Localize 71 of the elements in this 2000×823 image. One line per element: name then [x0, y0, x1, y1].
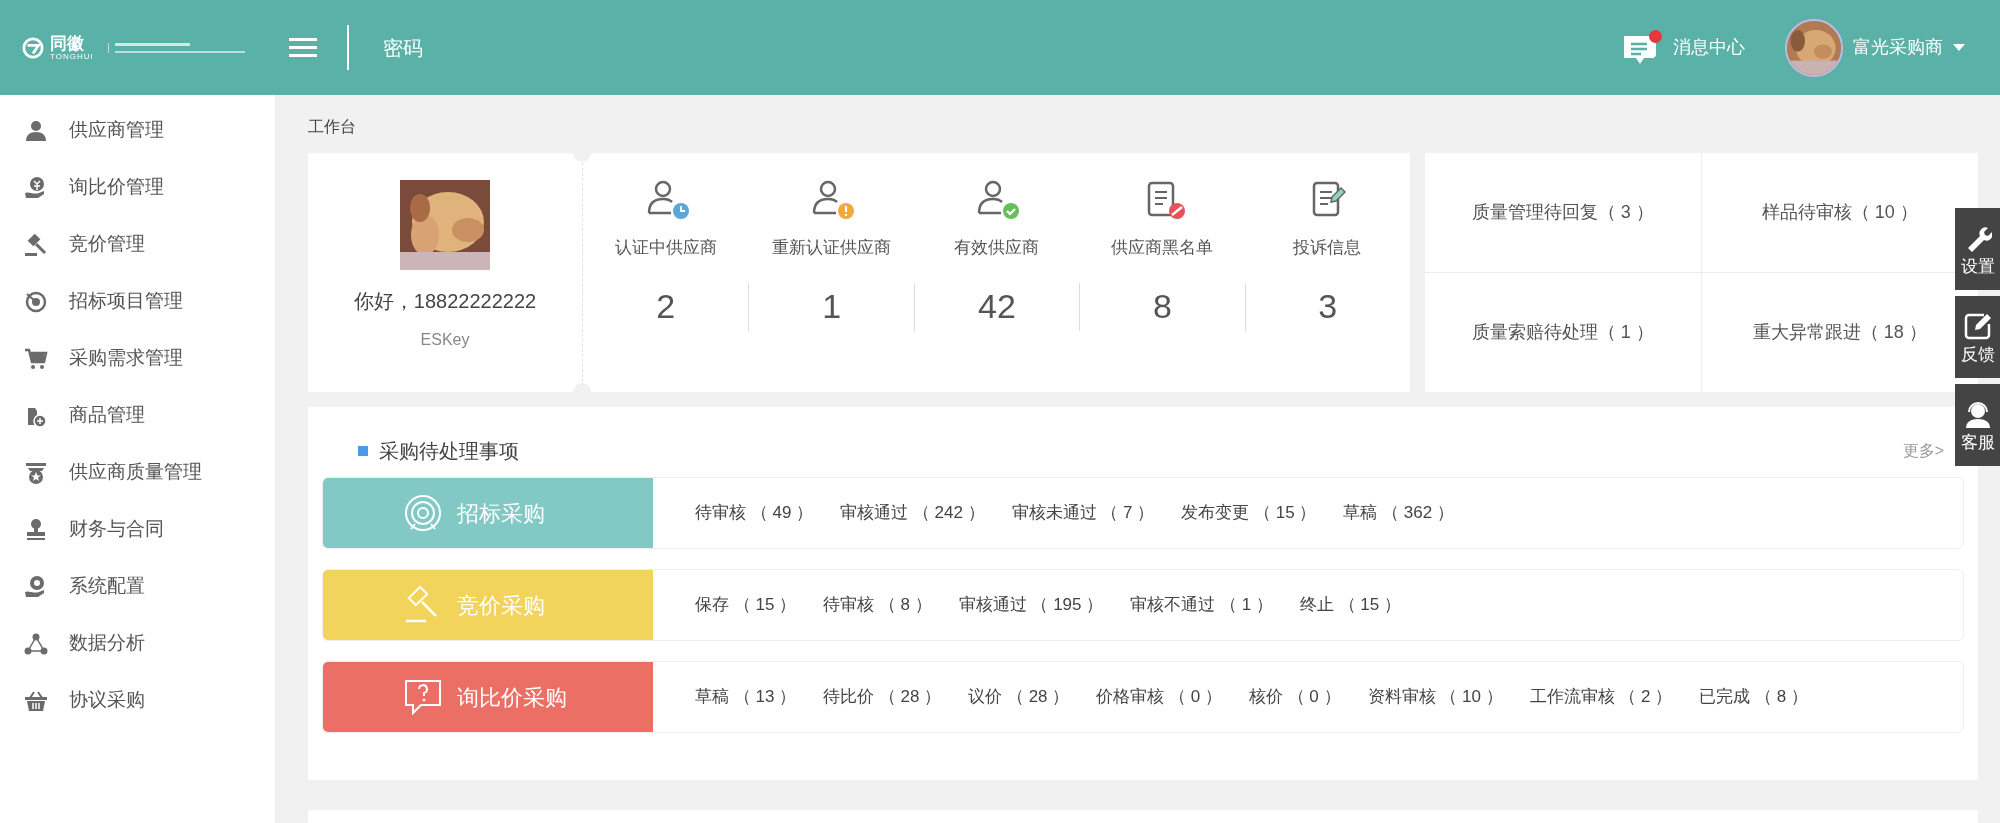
- stat-value: 8: [1152, 286, 1172, 327]
- status-link[interactable]: 保存 （ 15 ）: [695, 592, 797, 618]
- side-tool-button[interactable]: 反馈: [1955, 296, 2000, 378]
- stat-value: 42: [978, 286, 1016, 327]
- question-bubble-icon: [403, 677, 443, 717]
- logo-icon: [22, 36, 44, 59]
- side-tool-button[interactable]: 设置: [1955, 208, 2000, 290]
- target-icon: [24, 289, 48, 314]
- logo-name: 同徽: [50, 34, 84, 52]
- status-link[interactable]: 价格审核 （ 0 ）: [1096, 684, 1222, 710]
- status-link[interactable]: 审核不通过 （ 1 ）: [1130, 592, 1273, 618]
- sidebar-item[interactable]: 数据分析: [0, 615, 275, 672]
- status-link[interactable]: 待比价 （ 28 ）: [823, 684, 942, 710]
- sidebar-item[interactable]: 系统配置: [0, 558, 275, 615]
- category-label: 招标采购: [323, 478, 653, 548]
- gavel-icon: [24, 232, 48, 257]
- status-link[interactable]: 审核未通过 （ 7 ）: [1011, 500, 1155, 526]
- status-link[interactable]: 草稿 （ 362 ）: [1343, 500, 1454, 526]
- stat-label: 供应商黑名单: [1110, 237, 1213, 259]
- caret-icon: [1953, 44, 1965, 51]
- sidebar-item[interactable]: 采购需求管理: [0, 330, 275, 387]
- section-title: 采购待处理事项: [379, 439, 519, 464]
- status-link[interactable]: 核价 （ 0 ）: [1248, 684, 1341, 710]
- quick-link[interactable]: 质量管理待回复（ 3 ）: [1471, 198, 1654, 226]
- stat-label: 有效供应商: [954, 237, 1039, 259]
- sidebar-item[interactable]: 协议采购: [0, 672, 275, 729]
- quick-link[interactable]: 质量索赔待处理（ 1 ）: [1471, 318, 1654, 346]
- side-tool-button[interactable]: 客服: [1955, 384, 2000, 466]
- stat-value: 1: [822, 286, 842, 327]
- stat-value: 2: [656, 286, 676, 327]
- sidebar-item[interactable]: 财务与合同: [0, 501, 275, 558]
- square-icon: [358, 446, 368, 456]
- category-label: 竞价采购: [323, 570, 653, 640]
- sidebar-item[interactable]: 询比价管理: [0, 159, 275, 216]
- quick-link[interactable]: 样品待审核（ 10 ）: [1761, 198, 1918, 226]
- sidebar-item[interactable]: 供应商管理: [0, 102, 275, 159]
- status-link[interactable]: 终止 （ 15 ）: [1299, 592, 1401, 618]
- stat-label: 投诉信息: [1293, 237, 1362, 259]
- status-link[interactable]: 审核通过 （ 242 ）: [840, 500, 985, 526]
- target-icon: [403, 493, 443, 533]
- status-link[interactable]: 议价 （ 28 ）: [968, 684, 1070, 710]
- stamp-icon: [24, 517, 48, 542]
- status-link[interactable]: 待审核 （ 49 ）: [695, 500, 814, 526]
- greeting-text: 你好，18822222222: [353, 289, 537, 314]
- page-title: 密码: [383, 35, 423, 61]
- organization-name: ESKey: [420, 330, 470, 350]
- sidebar-item[interactable]: 招标项目管理: [0, 273, 275, 330]
- breadcrumb: 工作台: [308, 117, 357, 137]
- stat-value: 3: [1318, 286, 1338, 327]
- status-link[interactable]: 发布变更 （ 15 ）: [1181, 500, 1317, 526]
- stat-label: 认证中供应商: [614, 237, 717, 259]
- cart-icon: [24, 346, 48, 371]
- status-link[interactable]: 资料审核 （ 10 ）: [1367, 684, 1503, 710]
- status-link[interactable]: 审核通过 （ 195 ）: [958, 592, 1104, 618]
- medal-icon: [24, 460, 48, 485]
- status-link[interactable]: 待审核 （ 8 ）: [823, 592, 932, 618]
- status-link[interactable]: 工作流审核 （ 2 ）: [1529, 684, 1673, 710]
- quick-link[interactable]: 重大异常跟进（ 18 ）: [1752, 318, 1927, 346]
- category-label: 询比价采购: [323, 662, 653, 732]
- headset-icon: [1963, 399, 1992, 428]
- sidebar-item[interactable]: 供应商质量管理: [0, 444, 275, 501]
- edit-icon: [1963, 311, 1992, 340]
- stat-label: 重新认证供应商: [771, 237, 891, 259]
- person-icon: [24, 118, 48, 143]
- sidebar-item[interactable]: 商品管理: [0, 387, 275, 444]
- logo-subtitle: TONGHUI: [50, 52, 94, 61]
- sidebar-item[interactable]: 竞价管理: [0, 216, 275, 273]
- menu-icon[interactable]: [289, 37, 317, 58]
- status-link[interactable]: 草稿 （ 13 ）: [695, 684, 797, 710]
- status-link[interactable]: 已完成 （ 8 ）: [1699, 684, 1808, 710]
- network-icon: [24, 631, 48, 656]
